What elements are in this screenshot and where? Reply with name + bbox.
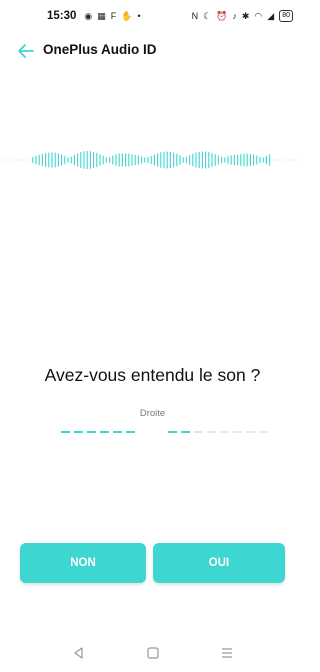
progress-dash [181, 431, 190, 433]
back-arrow-icon[interactable] [16, 41, 36, 61]
messenger-icon: ◉ [84, 10, 93, 21]
status-bar: 15:30 ◉ ▦ F ✋ • N ☾ ⏰ ♪ ✱ ◠ ◢ 80 [0, 0, 305, 32]
vibrate-icon: ♪ [232, 10, 237, 21]
progress-dash [246, 431, 255, 433]
no-button-label: NON [70, 557, 96, 569]
wifi-icon: ◠ [254, 10, 263, 21]
nav-home-icon[interactable] [146, 646, 160, 660]
nav-back-icon[interactable] [72, 646, 86, 660]
no-button[interactable]: NON [20, 543, 146, 583]
progress-dash [74, 431, 83, 433]
system-nav-bar [0, 636, 305, 672]
hand-icon: ✋ [121, 10, 133, 21]
ear-side-label: Droite [139, 408, 166, 419]
progress-dash [168, 431, 177, 433]
question-heading: Avez-vous entendu le son ? [44, 365, 261, 385]
progress-dash [207, 431, 216, 433]
progress-dash [113, 431, 122, 433]
progress-dash [126, 431, 135, 433]
page-title: OnePlus Audio ID [43, 42, 157, 57]
dot-icon: • [137, 10, 141, 21]
yes-button-label: OUI [208, 557, 230, 569]
app-bar: OnePlus Audio ID [0, 32, 305, 70]
test-progress-indicator [61, 431, 268, 433]
progress-dash [220, 431, 229, 433]
signal-icon: ◢ [267, 10, 275, 21]
progress-dash [259, 431, 268, 433]
progress-dash [194, 431, 203, 433]
progress-dash [100, 431, 109, 433]
flipboard-icon: F [110, 10, 117, 21]
yes-button[interactable]: OUI [153, 543, 285, 583]
status-time: 15:30 [47, 10, 77, 22]
status-right: N ☾ ⏰ ♪ ✱ ◠ ◢ 80 [192, 10, 293, 22]
moon-icon: ☾ [203, 10, 212, 21]
bluetooth-icon: ✱ [241, 10, 250, 21]
nav-recents-icon[interactable] [220, 646, 234, 660]
progress-dash [87, 431, 96, 433]
nfc-icon: N [191, 10, 199, 21]
qr-icon: ▦ [97, 10, 106, 21]
status-left: 15:30 ◉ ▦ F ✋ • [47, 10, 141, 22]
alarm-icon: ⏰ [216, 10, 228, 21]
progress-dash [233, 431, 242, 433]
audio-waveform [3, 151, 299, 169]
battery-indicator: 80 [279, 10, 293, 22]
progress-dash [61, 431, 70, 433]
